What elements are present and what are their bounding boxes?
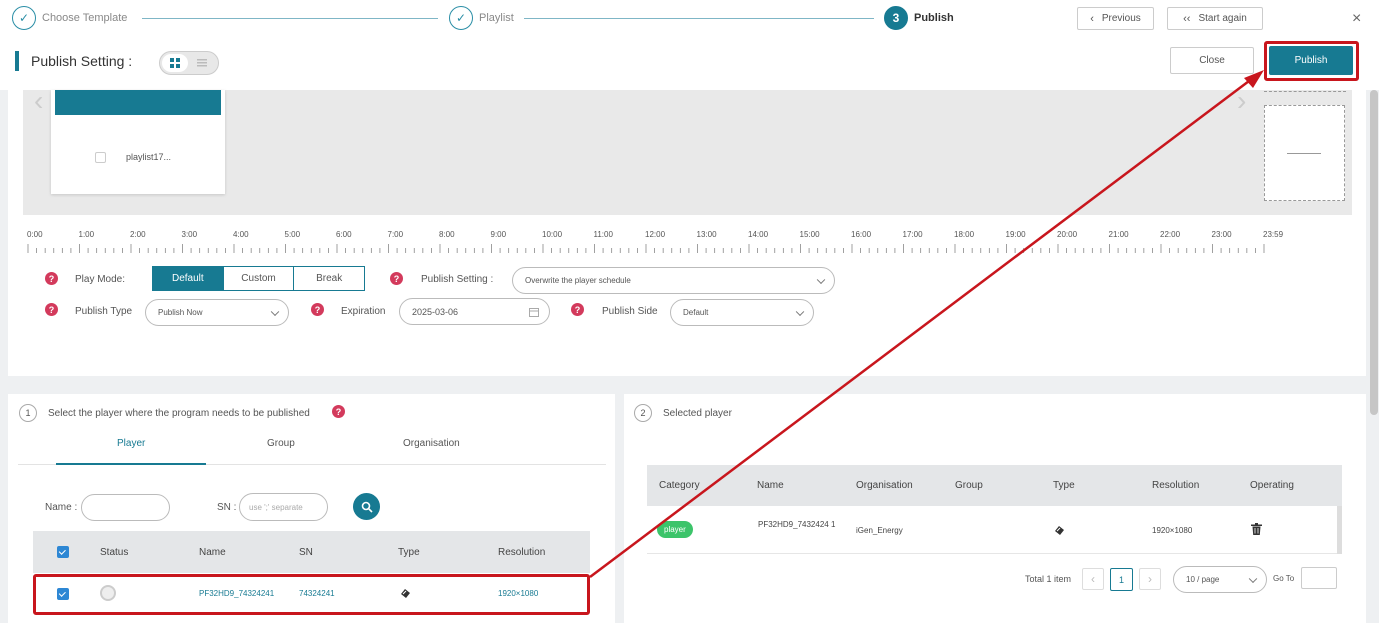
annotation-arrow xyxy=(589,70,1264,578)
